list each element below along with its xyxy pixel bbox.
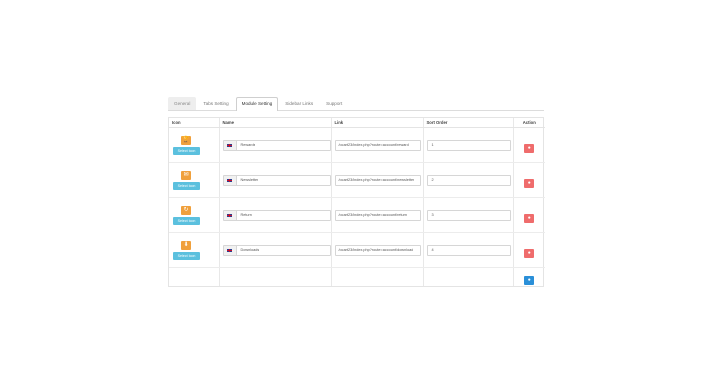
select-icon-button[interactable]: Select Icon (173, 216, 200, 225)
name-cell: Rewards (219, 127, 332, 163)
table-row: ✉ Select Icon Newsletter /ocart23/index.… (169, 162, 545, 198)
link-value: /ocart23/index.php?route=account/downloa… (338, 248, 414, 252)
name-input[interactable]: Downloads (222, 244, 331, 256)
delete-button[interactable]: ● (524, 179, 535, 188)
refresh-icon: ↻ (181, 205, 191, 215)
action-cell: ● (513, 127, 545, 163)
add-cell: ● (513, 268, 545, 287)
delete-button[interactable]: ● (524, 144, 535, 153)
sort-order-input[interactable]: 4 (426, 244, 511, 256)
trophy-icon: 🏆 (181, 135, 191, 145)
header-name: Name (219, 118, 332, 128)
envelope-icon: ✉ (181, 170, 191, 180)
table-footer-row: ● (169, 267, 545, 287)
name-input[interactable]: Return (222, 209, 331, 221)
link-value: /ocart23/index.php?route=account/return (338, 213, 408, 217)
minus-circle-icon: ● (527, 145, 531, 151)
uk-flag-icon (223, 175, 237, 185)
link-cell: /ocart23/index.php?route=account/newslet… (331, 162, 424, 198)
sort-order-cell: 1 (423, 127, 514, 163)
sort-order-input[interactable]: 3 (426, 209, 511, 221)
table-row: 🏆 Select Icon Rewards /ocart23/index.php… (169, 127, 545, 163)
tab-support[interactable]: Support (320, 97, 348, 110)
header-link: Link (331, 118, 424, 128)
icon-cell: ⬇ Select Icon (169, 232, 220, 268)
sort-order-value: 3 (431, 213, 434, 217)
module-table: Icon Name Link Sort Order Action 🏆 Selec… (169, 118, 545, 286)
sort-order-value: 1 (431, 143, 434, 147)
minus-circle-icon: ● (527, 250, 531, 256)
link-input[interactable]: /ocart23/index.php?route=account/newslet… (334, 174, 421, 186)
link-cell: /ocart23/index.php?route=account/downloa… (331, 232, 424, 268)
uk-flag-icon (223, 140, 237, 150)
tab-module-setting[interactable]: Module Setting (235, 97, 279, 111)
link-cell: /ocart23/index.php?route=account/return (331, 197, 424, 233)
uk-flag-icon (223, 245, 237, 255)
name-cell: Return (219, 197, 332, 233)
plus-circle-icon: ● (527, 277, 531, 283)
name-value: Downloads (240, 248, 260, 252)
sort-order-value: 4 (431, 248, 434, 252)
add-row-button[interactable]: ● (524, 276, 535, 285)
select-icon-button[interactable]: Select Icon (173, 181, 200, 190)
sort-order-input[interactable]: 1 (426, 139, 511, 151)
sort-order-cell: 2 (423, 162, 514, 198)
link-value: /ocart23/index.php?route=account/newslet… (338, 178, 415, 182)
header-action: Action (513, 118, 545, 128)
header-sort-order: Sort Order (423, 118, 514, 128)
minus-circle-icon: ● (527, 180, 531, 186)
select-icon-button[interactable]: Select Icon (173, 251, 200, 260)
link-cell: /ocart23/index.php?route=account/reward (331, 127, 424, 163)
action-cell: ● (513, 162, 545, 198)
tab-sidebar-links[interactable]: Sidebar Links (279, 97, 319, 110)
module-table-wrapper: Icon Name Link Sort Order Action 🏆 Selec… (168, 117, 545, 287)
link-input[interactable]: /ocart23/index.php?route=account/return (334, 209, 421, 221)
delete-button[interactable]: ● (524, 214, 535, 223)
icon-cell: ✉ Select Icon (169, 162, 220, 198)
sort-order-cell: 4 (423, 232, 514, 268)
icon-cell: 🏆 Select Icon (169, 127, 220, 163)
tab-bar: General Tabs Setting Module Setting Side… (168, 96, 544, 111)
sort-order-cell: 3 (423, 197, 514, 233)
table-row: ↻ Select Icon Return /ocart23/index.php?… (169, 197, 545, 233)
icon-cell: ↻ Select Icon (169, 197, 220, 233)
name-value: Newsletter (240, 178, 259, 182)
action-cell: ● (513, 232, 545, 268)
table-row: ⬇ Select Icon Downloads /ocart23/index.p… (169, 232, 545, 268)
module-settings-panel: General Tabs Setting Module Setting Side… (168, 96, 545, 287)
sort-order-value: 2 (431, 178, 434, 182)
link-input[interactable]: /ocart23/index.php?route=account/downloa… (334, 244, 421, 256)
name-cell: Downloads (219, 232, 332, 268)
download-icon: ⬇ (181, 240, 191, 250)
link-value: /ocart23/index.php?route=account/reward (338, 143, 409, 147)
minus-circle-icon: ● (527, 215, 531, 221)
link-input[interactable]: /ocart23/index.php?route=account/reward (334, 139, 421, 151)
uk-flag-icon (223, 210, 237, 220)
sort-order-input[interactable]: 2 (426, 174, 511, 186)
header-icon: Icon (169, 118, 220, 128)
select-icon-button[interactable]: Select Icon (173, 146, 200, 155)
delete-button[interactable]: ● (524, 249, 535, 258)
tab-general[interactable]: General (168, 97, 197, 110)
name-value: Return (240, 213, 252, 217)
name-input[interactable]: Rewards (222, 139, 331, 151)
name-value: Rewards (240, 143, 256, 147)
name-cell: Newsletter (219, 162, 332, 198)
name-input[interactable]: Newsletter (222, 174, 331, 186)
table-header-row: Icon Name Link Sort Order Action (169, 118, 545, 128)
action-cell: ● (513, 197, 545, 233)
tab-tabs-setting[interactable]: Tabs Setting (197, 97, 234, 110)
